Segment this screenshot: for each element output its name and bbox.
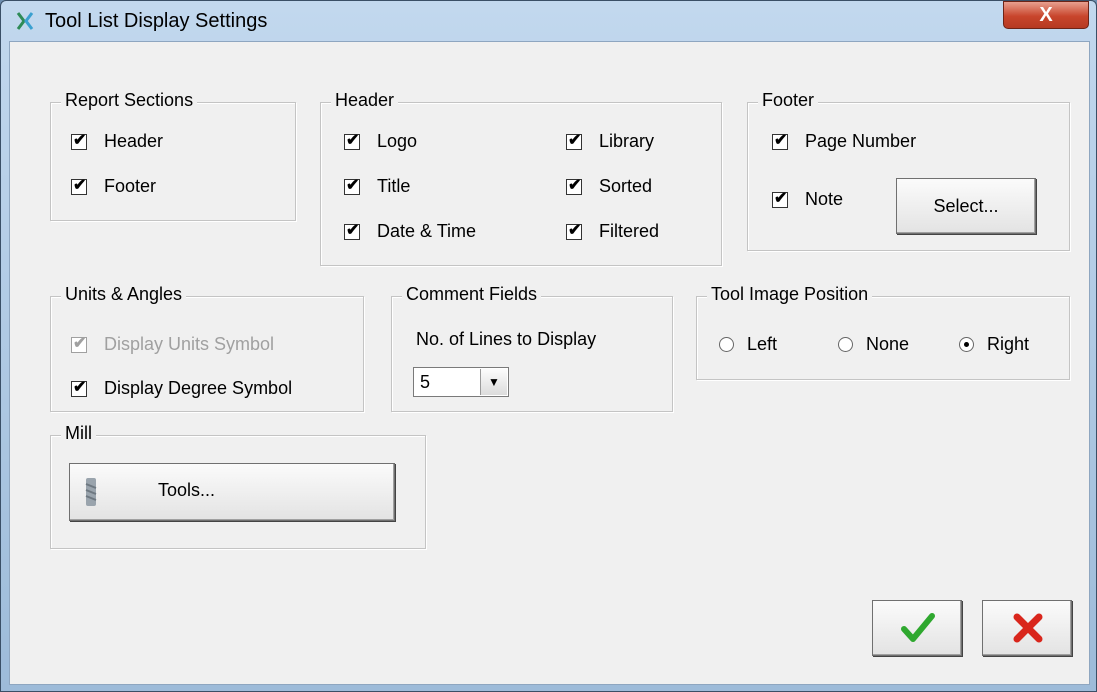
title-checkbox[interactable]: ✔ Title	[344, 176, 410, 197]
window-title: Tool List Display Settings	[45, 10, 268, 32]
cancel-button[interactable]	[982, 600, 1072, 656]
library-checkbox[interactable]: ✔ Library	[566, 131, 654, 152]
check-mark-icon: ✔	[568, 221, 582, 239]
header-legend: Header	[331, 90, 399, 111]
x-icon	[1013, 613, 1043, 643]
checkbox-label: Date & Time	[377, 221, 477, 241]
lines-to-display-label: No. of Lines to Display	[416, 329, 597, 349]
radio-circle	[959, 337, 974, 352]
check-mark-icon: ✔	[774, 131, 788, 149]
logo-checkbox[interactable]: ✔ Logo	[344, 131, 417, 152]
report-sections-legend: Report Sections	[61, 90, 198, 111]
tool-icon	[85, 478, 97, 506]
check-mark-icon: ✔	[346, 176, 360, 194]
checkmark-icon	[901, 613, 935, 642]
lines-to-display-select[interactable]: 5 ▼	[413, 367, 509, 397]
check-mark-icon: ✔	[568, 176, 582, 194]
checkbox-box: ✔	[71, 176, 87, 195]
header-group: Header ✔ Logo ✔ Title ✔ Date & Time ✔ Li…	[320, 90, 722, 266]
units-angles-group: Units & Angles ✔ Display Units Symbol ✔ …	[50, 284, 364, 412]
page-number-checkbox[interactable]: ✔ Page Number	[772, 131, 916, 152]
check-mark-icon: ✔	[568, 131, 582, 149]
tool-image-position-legend: Tool Image Position	[707, 284, 873, 305]
checkbox-label: Library	[599, 131, 655, 151]
checkbox-box: ✔	[71, 131, 87, 150]
mill-group: Mill Tools...	[50, 423, 426, 549]
checkbox-label: Sorted	[599, 176, 653, 196]
chevron-down-icon[interactable]: ▼	[480, 369, 507, 395]
check-mark-icon: ✔	[774, 189, 788, 207]
checkbox-box: ✔	[772, 189, 788, 208]
units-angles-legend: Units & Angles	[61, 284, 187, 305]
radio-label: Left	[747, 334, 778, 354]
checkbox-label: Header	[104, 131, 164, 151]
checkbox-box: ✔	[71, 378, 87, 397]
header-section-checkbox[interactable]: ✔ Header	[71, 131, 163, 152]
check-mark-icon: ✔	[73, 334, 87, 352]
footer-group: Footer ✔ Page Number ✔ Note Select...	[747, 90, 1070, 251]
radio-selected-dot	[964, 342, 969, 347]
footer-section-checkbox[interactable]: ✔ Footer	[71, 176, 156, 197]
checkbox-box: ✔	[772, 131, 788, 150]
checkbox-box: ✔	[566, 176, 582, 195]
check-mark-icon: ✔	[73, 176, 87, 194]
tool-image-position-group: Tool Image Position Left None Right	[696, 284, 1070, 380]
select-button[interactable]: Select...	[896, 178, 1036, 234]
radio-label: None	[866, 334, 910, 354]
dialog-window: Tool List Display Settings X Report Sect…	[0, 0, 1097, 692]
mill-legend: Mill	[61, 423, 96, 444]
checkbox-label: Page Number	[805, 131, 917, 151]
position-none-radio[interactable]: None	[838, 334, 909, 355]
check-mark-icon: ✔	[73, 378, 87, 396]
checkbox-box: ✔	[566, 221, 582, 240]
check-mark-icon: ✔	[346, 131, 360, 149]
select-value: 5	[420, 372, 431, 392]
footer-legend: Footer	[758, 90, 819, 111]
checkbox-box: ✔	[344, 221, 360, 240]
title-bar[interactable]: Tool List Display Settings X	[1, 1, 1096, 41]
position-right-radio[interactable]: Right	[959, 334, 1029, 355]
checkbox-label: Display Degree Symbol	[104, 378, 293, 398]
checkbox-label: Filtered	[599, 221, 660, 241]
checkbox-label: Display Units Symbol	[104, 334, 275, 354]
checkbox-box: ✔	[344, 176, 360, 195]
sorted-checkbox[interactable]: ✔ Sorted	[566, 176, 652, 197]
app-icon	[16, 12, 34, 30]
checkbox-box: ✔	[71, 334, 87, 353]
checkbox-label: Note	[805, 189, 844, 209]
checkbox-box: ✔	[566, 131, 582, 150]
tools-button-label: Tools...	[158, 480, 216, 500]
checkbox-label: Footer	[104, 176, 157, 196]
checkbox-label: Title	[377, 176, 411, 196]
filtered-checkbox[interactable]: ✔ Filtered	[566, 221, 659, 242]
checkbox-label: Logo	[377, 131, 418, 151]
note-checkbox[interactable]: ✔ Note	[772, 189, 843, 210]
report-sections-group: Report Sections ✔ Header ✔ Footer	[50, 90, 296, 221]
comment-fields-legend: Comment Fields	[402, 284, 542, 305]
display-degree-symbol-checkbox[interactable]: ✔ Display Degree Symbol	[71, 378, 292, 399]
display-units-symbol-checkbox[interactable]: ✔ Display Units Symbol	[71, 334, 274, 355]
position-left-radio[interactable]: Left	[719, 334, 777, 355]
radio-circle	[719, 337, 734, 352]
comment-fields-group: Comment Fields No. of Lines to Display 5…	[391, 284, 673, 412]
date-time-checkbox[interactable]: ✔ Date & Time	[344, 221, 476, 242]
check-mark-icon: ✔	[73, 131, 87, 149]
checkbox-box: ✔	[344, 131, 360, 150]
radio-circle	[838, 337, 853, 352]
radio-label: Right	[987, 334, 1030, 354]
dialog-client-area: Report Sections ✔ Header ✔ Footer Header…	[9, 41, 1090, 685]
ok-button[interactable]	[872, 600, 962, 656]
close-button[interactable]: X	[1003, 1, 1089, 29]
tools-button[interactable]: Tools...	[69, 463, 395, 521]
check-mark-icon: ✔	[346, 221, 360, 239]
